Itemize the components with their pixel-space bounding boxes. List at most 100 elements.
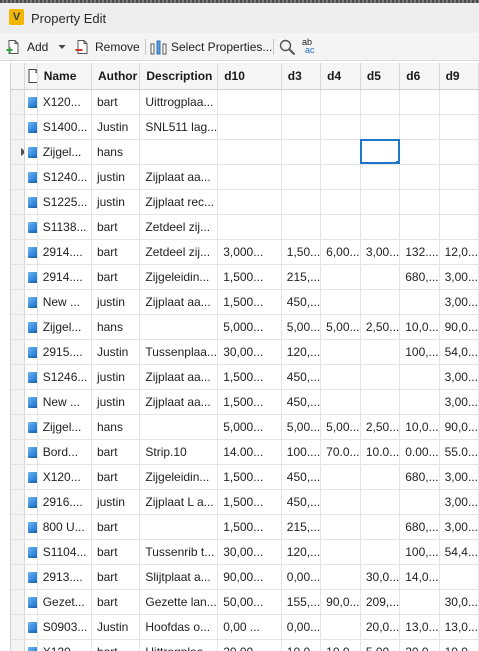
cell-d3[interactable]: 450,... — [281, 364, 322, 390]
row-selector[interactable] — [11, 264, 25, 290]
table-row[interactable]: S1400... Justin SNL511 lag... — [11, 114, 479, 140]
cell-d9[interactable]: 30,0... — [439, 589, 479, 615]
cell-name[interactable]: S1225... — [37, 189, 92, 215]
cell-d3[interactable] — [281, 189, 322, 215]
cell-d6[interactable] — [399, 89, 440, 115]
table-row[interactable]: Zijgel... hans 5,000... 5,00... 5,00... 2,50.… — [11, 314, 479, 340]
cell-author[interactable]: Justin — [91, 339, 141, 365]
cell-author[interactable]: Justin — [91, 614, 141, 640]
cell-d5[interactable]: 20,0... — [360, 614, 401, 640]
column-header-d9[interactable]: d9 — [439, 63, 479, 90]
cell-d10[interactable]: 14.00... — [217, 439, 282, 465]
cell-name[interactable]: New ... — [37, 289, 92, 315]
cell-d3[interactable] — [281, 139, 322, 165]
cell-d5[interactable] — [360, 89, 401, 115]
cell-d6[interactable] — [399, 139, 440, 165]
cell-d5[interactable] — [360, 189, 401, 215]
cell-d3[interactable]: 450,... — [281, 464, 322, 490]
cell-author[interactable]: bart — [91, 239, 141, 265]
cell-d6[interactable]: 0.00... — [399, 439, 440, 465]
cell-d10[interactable]: 1,500... — [217, 464, 282, 490]
cell-author[interactable]: justin — [91, 389, 141, 415]
cell-author[interactable]: hans — [91, 314, 141, 340]
cell-description[interactable]: Zetdeel zij... — [139, 239, 219, 265]
cell-d10[interactable]: 5,000... — [217, 414, 282, 440]
cell-description[interactable] — [139, 139, 219, 165]
row-selector[interactable] — [11, 239, 25, 265]
cell-d3[interactable]: 0,00... — [281, 564, 322, 590]
cell-description[interactable]: Hoofdas o... — [139, 614, 219, 640]
cell-d4[interactable] — [320, 514, 361, 540]
cell-d4[interactable]: 6,00... — [320, 239, 361, 265]
table-row[interactable]: 2914.... bart Zetdeel zij... 3,000... 1,50..… — [11, 239, 479, 265]
cell-author[interactable]: Justin — [91, 114, 141, 140]
column-header-d10[interactable]: d10 — [217, 63, 282, 90]
table-row[interactable]: Zijgel... hans 5,000... 5,00... 5,00... 2,50.… — [11, 414, 479, 440]
row-selector[interactable] — [11, 389, 25, 415]
cell-d6[interactable] — [399, 389, 440, 415]
cell-d3[interactable]: 5,00... — [281, 314, 322, 340]
column-header-description[interactable]: Description — [139, 63, 219, 90]
cell-name[interactable]: Bord... — [37, 439, 92, 465]
row-selector[interactable] — [11, 164, 25, 190]
table-row[interactable]: 2914.... bart Zijgeleidin... 1,500... 215,..… — [11, 264, 479, 290]
cell-d3[interactable]: 0,00... — [281, 614, 322, 640]
cell-author[interactable]: bart — [91, 539, 141, 565]
cell-author[interactable]: bart — [91, 464, 141, 490]
cell-description[interactable] — [139, 314, 219, 340]
cell-d4[interactable] — [320, 564, 361, 590]
table-row[interactable]: 2915.... Justin Tussenplaa... 30,00... 120,.… — [11, 339, 479, 365]
cell-author[interactable]: justin — [91, 489, 141, 515]
cell-d5[interactable] — [360, 489, 401, 515]
cell-d4[interactable] — [320, 614, 361, 640]
cell-name[interactable]: X120... — [37, 464, 92, 490]
cell-author[interactable]: hans — [91, 139, 141, 165]
cell-d5[interactable]: 2,50... — [360, 314, 401, 340]
row-selector[interactable] — [11, 189, 25, 215]
table-row[interactable]: S1138... bart Zetdeel zij... — [11, 214, 479, 240]
cell-description[interactable]: Slijtplaat a... — [139, 564, 219, 590]
cell-d5[interactable] — [360, 539, 401, 565]
cell-d9[interactable]: 54,0... — [439, 339, 479, 365]
cell-author[interactable]: bart — [91, 89, 141, 115]
cell-d10[interactable] — [217, 164, 282, 190]
cell-d10[interactable]: 0,00 ... — [217, 614, 282, 640]
cell-d6[interactable]: 13,0... — [399, 614, 440, 640]
cell-description[interactable]: Zijplaat rec... — [139, 189, 219, 215]
table-row[interactable]: S1246... justin Zijplaat aa... 1,500... 450,… — [11, 364, 479, 390]
cell-description[interactable]: Zijplaat aa... — [139, 389, 219, 415]
cell-author[interactable]: bart — [91, 639, 141, 651]
cell-d9[interactable]: 3,00... — [439, 514, 479, 540]
cell-d5[interactable]: 10.0... — [360, 439, 401, 465]
cell-d10[interactable] — [217, 114, 282, 140]
cell-d9[interactable]: 3,00... — [439, 289, 479, 315]
cell-name[interactable]: 2914.... — [37, 264, 92, 290]
row-selector[interactable] — [11, 564, 25, 590]
table-row[interactable]: X120...bartUittrogplaa...20,00...10,0...… — [11, 639, 479, 651]
cell-d6[interactable]: 680,... — [399, 514, 440, 540]
row-selector[interactable] — [11, 364, 25, 390]
cell-d9[interactable] — [439, 189, 479, 215]
cell-description[interactable]: Zijplaat aa... — [139, 289, 219, 315]
cell-d9[interactable]: 13,0... — [439, 614, 479, 640]
cell-d4[interactable] — [320, 539, 361, 565]
table-row[interactable]: S0903... Justin Hoofdas o... 0,00 ... 0,00..… — [11, 614, 479, 640]
cell-d4[interactable] — [320, 489, 361, 515]
cell-name[interactable]: S1104... — [37, 539, 92, 565]
cell-d3[interactable] — [281, 214, 322, 240]
cell-d5[interactable] — [360, 514, 401, 540]
column-header-d4[interactable]: d4 — [320, 63, 361, 90]
cell-d9[interactable] — [439, 564, 479, 590]
cell-name[interactable]: 2913.... — [37, 564, 92, 590]
cell-author[interactable]: justin — [91, 189, 141, 215]
table-row[interactable]: Bord... bart Strip.10 14.00... 100.... 70.0..… — [11, 439, 479, 465]
cell-description[interactable]: Gezette lan... — [139, 589, 219, 615]
row-selector[interactable] — [11, 139, 25, 165]
cell-name[interactable]: S1246... — [37, 364, 92, 390]
row-selector[interactable] — [11, 289, 25, 315]
cell-d3[interactable] — [281, 164, 322, 190]
cell-description[interactable]: Uittrogplaa... — [139, 639, 219, 651]
cell-d3[interactable]: 215,... — [281, 514, 322, 540]
row-selector[interactable] — [11, 514, 25, 540]
cell-d5[interactable]: 3,00... — [360, 239, 401, 265]
